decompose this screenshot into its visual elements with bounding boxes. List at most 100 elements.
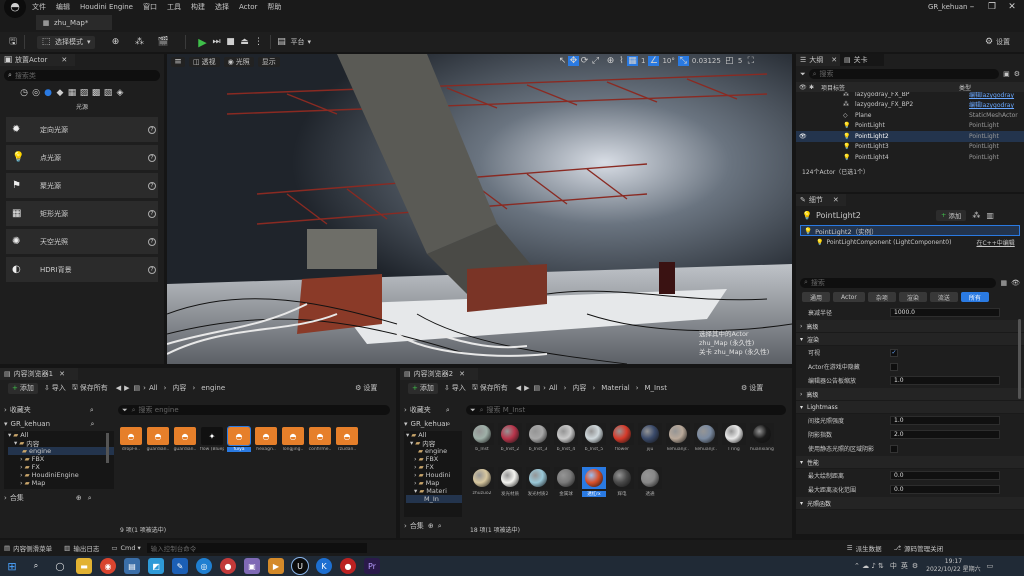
- level-tab[interactable]: ▦ zhu_Map*: [36, 15, 112, 30]
- tree-engine[interactable]: ▰ engine: [8, 447, 114, 455]
- menu-file[interactable]: 文件: [32, 2, 46, 12]
- asset-tile[interactable]: ◓ fuiya: [227, 426, 251, 465]
- filter-tab[interactable]: 通用: [802, 292, 831, 302]
- close-icon[interactable]: ✕: [833, 196, 839, 204]
- rotation-snap-icon[interactable]: ∠: [648, 56, 660, 66]
- menu-edit[interactable]: 编辑: [56, 2, 70, 12]
- help-icon[interactable]: ?: [148, 153, 156, 162]
- material-tile[interactable]: b_Inst_4: [554, 423, 578, 461]
- property-matrix-icon[interactable]: ▦: [1000, 279, 1007, 287]
- filter-tab[interactable]: Actor: [833, 292, 865, 302]
- maximize-icon[interactable]: ❐: [982, 0, 1002, 14]
- asset-tile[interactable]: ✦ flow (Bluepri..: [200, 427, 224, 465]
- material-tile[interactable]: kehuanjr..: [666, 423, 690, 461]
- select-tool-icon[interactable]: ↖: [557, 56, 568, 66]
- asset-tile[interactable]: ◓ rzudan..: [336, 427, 358, 465]
- cb2-tab[interactable]: ▤ 内容浏览器2 ✕: [400, 368, 478, 380]
- details-category[interactable]: ▾ 光照函数: [796, 497, 1024, 510]
- tree-map[interactable]: › ▰ Map: [406, 479, 462, 487]
- output-log-button[interactable]: 输出日志: [73, 543, 99, 553]
- outliner-row-type[interactable]: 编辑lazygodray: [969, 100, 1014, 109]
- property-checkbox[interactable]: ✓: [890, 348, 898, 357]
- breadcrumb-content[interactable]: 内容: [172, 383, 186, 393]
- forward-icon[interactable]: ▶: [124, 384, 129, 392]
- col-type[interactable]: 类型: [959, 83, 971, 92]
- viewport[interactable]: ≡ ◫ 透视 ◉ 光照 显示 ↖ ✥ ⟳ ⤢ ⊕ ⌇ ▦ 1 ∠ 10° ⤡ 0.0…: [167, 54, 792, 364]
- settings-tray-icon[interactable]: ⚙: [912, 562, 918, 570]
- cb1-settings-button[interactable]: 设置: [363, 383, 377, 393]
- asset-tile[interactable]: ◓ hexagn..: [255, 427, 277, 465]
- property-value-input[interactable]: 0.0: [890, 485, 1000, 494]
- cb1-tab[interactable]: ▤ 内容浏览器1 ✕: [0, 368, 78, 380]
- cb2-add-button[interactable]: + 添加: [408, 382, 438, 394]
- collections-row[interactable]: › 合集 ⊕ ⌕: [4, 493, 114, 503]
- shapes-icon[interactable]: ◆: [54, 86, 66, 100]
- tree-fx[interactable]: › ▰ FX: [8, 463, 114, 471]
- breadcrumb-m-inst[interactable]: M_Inst: [645, 384, 667, 392]
- visibility-icon[interactable]: 👁: [799, 84, 809, 91]
- add-icon[interactable]: ⊕: [76, 494, 82, 502]
- tree-content[interactable]: ▾ ▰ 内容: [406, 439, 462, 448]
- ime-indicator[interactable]: 中: [890, 561, 897, 571]
- component-instance-row[interactable]: 💡 PointLight2（实例）: [800, 225, 1020, 236]
- details-category[interactable]: › 高级: [796, 388, 1024, 401]
- property-value-input[interactable]: 2.0: [890, 430, 1000, 439]
- actor-item[interactable]: ⚑ 聚光源?: [6, 173, 158, 198]
- maximize-viewport-icon[interactable]: ⛶: [745, 56, 756, 66]
- search-icon[interactable]: ⌕: [446, 406, 450, 415]
- details-category[interactable]: › 高级: [796, 320, 1024, 333]
- project-row[interactable]: ▾ GR_kehuan ⌕: [4, 419, 114, 429]
- place-actors-search[interactable]: ⌕ 搜索类: [4, 70, 160, 81]
- collections-row[interactable]: › 合集 ⊕ ⌕: [404, 521, 462, 531]
- console-input[interactable]: 输入控制台命令: [146, 543, 367, 553]
- material-tile[interactable]: flower: [610, 423, 634, 461]
- minimize-icon[interactable]: –: [962, 0, 982, 14]
- scale-snap-icon[interactable]: ⤡: [677, 56, 689, 66]
- material-tile[interactable]: zhuzuo2: [470, 467, 494, 505]
- rotation-snap-value[interactable]: 10°: [662, 57, 674, 65]
- back-icon[interactable]: ◀: [116, 384, 121, 392]
- add-icon[interactable]: ⊕: [428, 522, 434, 530]
- component-row[interactable]: 💡 PointLightComponent (LightComponent0) 在…: [800, 237, 1020, 248]
- file-explorer-icon[interactable]: ▬: [76, 558, 92, 574]
- property-value-input[interactable]: 1.0: [890, 376, 1000, 385]
- basic-icon[interactable]: ◎: [30, 86, 42, 100]
- eye-icon[interactable]: 👁: [1011, 279, 1020, 287]
- camera-speed-icon[interactable]: ◰: [724, 56, 735, 66]
- cb1-search[interactable]: ⏷ ⌕ 搜索 engine: [118, 405, 390, 415]
- breadcrumb-content[interactable]: 内容: [572, 383, 586, 393]
- play-options-icon[interactable]: ⋮: [252, 35, 266, 49]
- outliner-row[interactable]: 👁 💡 PointLight2 PointLight: [796, 131, 1024, 142]
- tree-fbx[interactable]: › ▰ FBX: [406, 455, 462, 463]
- cb1-import-button[interactable]: 导入: [52, 383, 66, 393]
- close-icon[interactable]: ✕: [61, 56, 67, 64]
- task-view-icon[interactable]: ◯: [52, 558, 68, 574]
- material-tile[interactable]: b_Inst: [470, 423, 494, 461]
- gear-icon[interactable]: ⚙: [1014, 70, 1020, 78]
- stop-icon[interactable]: ■: [224, 35, 238, 49]
- layout-icon[interactable]: ▥: [986, 211, 994, 220]
- browser-app-icon[interactable]: ◎: [196, 558, 212, 574]
- help-icon[interactable]: ?: [148, 181, 156, 190]
- help-icon[interactable]: ?: [148, 237, 156, 246]
- surface-snap-icon[interactable]: ⌇: [616, 56, 627, 66]
- search-icon[interactable]: ⌕: [447, 420, 451, 429]
- breadcrumb-all[interactable]: All: [549, 384, 558, 392]
- coord-system-icon[interactable]: ⊕: [605, 56, 616, 66]
- close-icon[interactable]: ✕: [1002, 0, 1022, 14]
- menu-select[interactable]: 选择: [215, 2, 229, 12]
- record-app-icon[interactable]: ●: [340, 558, 356, 574]
- property-value-input[interactable]: 1.0: [890, 416, 1000, 425]
- breadcrumb-engine[interactable]: engine: [201, 384, 225, 392]
- asset-tile[interactable]: ◓ longjing..: [282, 427, 304, 465]
- tree-scrollbar[interactable]: [106, 433, 109, 463]
- notification-icon[interactable]: ▭: [987, 562, 994, 570]
- details-category[interactable]: ▾ 渲染: [796, 333, 1024, 346]
- unreal-taskbar-icon[interactable]: U: [291, 557, 309, 575]
- col-item-label[interactable]: 项目标签: [821, 83, 959, 92]
- language-indicator[interactable]: 英: [901, 561, 908, 571]
- tree-fx[interactable]: › ▰ FX: [406, 463, 462, 471]
- close-icon[interactable]: ✕: [459, 370, 465, 378]
- outliner-row[interactable]: ⁂ lazygodray_FX_BP2 编辑lazygodray: [796, 100, 1024, 111]
- asset-tile[interactable]: ◓ guardian..: [174, 427, 196, 465]
